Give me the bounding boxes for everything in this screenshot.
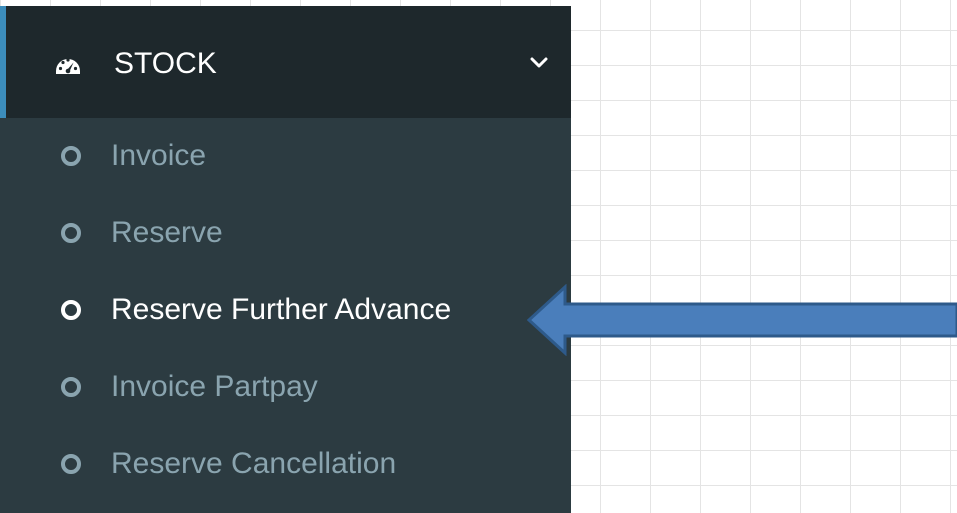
submenu-item-label: Reserve: [111, 216, 223, 249]
menu-title: STOCK: [114, 47, 217, 80]
sidebar: STOCK Invoice Reserve Reserve Further Ad…: [0, 6, 571, 513]
circle-icon: [61, 300, 81, 320]
submenu-item-label: Reserve Cancellation: [111, 447, 397, 480]
submenu-item-reserve[interactable]: Reserve: [0, 195, 571, 272]
submenu-item-invoice[interactable]: Invoice: [0, 118, 571, 195]
dashboard-icon: [56, 58, 80, 74]
circle-icon: [61, 377, 81, 397]
submenu-item-reserve-further-advance[interactable]: Reserve Further Advance: [0, 272, 571, 349]
circle-icon: [61, 223, 81, 243]
left-arrow-icon: [527, 284, 957, 356]
submenu-item-reserve-cancellation[interactable]: Reserve Cancellation: [0, 426, 571, 503]
submenu-item-label: Invoice: [111, 139, 207, 172]
submenu-item-label: Invoice Partpay: [111, 370, 318, 403]
submenu-item-invoice-partpay[interactable]: Invoice Partpay: [0, 349, 571, 426]
circle-icon: [61, 146, 81, 166]
submenu-item-label: Reserve Further Advance: [111, 293, 452, 326]
circle-icon: [61, 454, 81, 474]
menu-header-stock[interactable]: STOCK: [0, 6, 571, 118]
submenu: Invoice Reserve Reserve Further Advance …: [0, 118, 571, 503]
chevron-down-icon[interactable]: [530, 56, 548, 70]
